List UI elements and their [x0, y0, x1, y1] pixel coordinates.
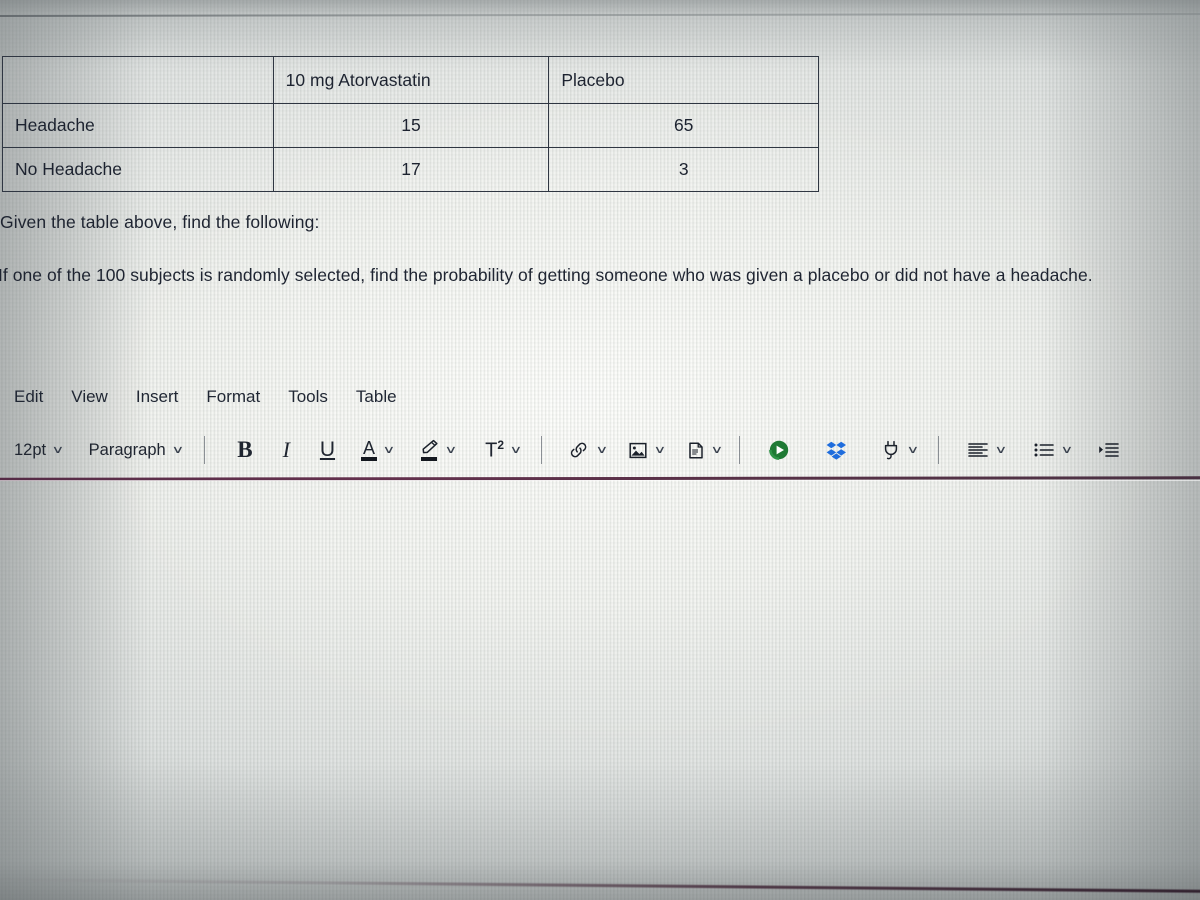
- dropbox-button[interactable]: [820, 433, 853, 467]
- cell-no-headache-atorvastatin: 17: [272, 147, 550, 192]
- dropbox-icon: [826, 440, 847, 460]
- paragraph-style-label: Paragraph: [88, 440, 166, 459]
- superscript-button[interactable]: T2 ∨: [479, 433, 526, 467]
- indent-icon: [1098, 441, 1120, 459]
- chevron-down-icon: ∨: [906, 443, 920, 456]
- bullet-list-icon: [1033, 441, 1055, 459]
- row-label-no-headache: No Headache: [2, 147, 274, 192]
- plugin-button[interactable]: ∨: [875, 433, 924, 467]
- chevron-down-icon: ∨: [1060, 443, 1074, 456]
- editor-toolbar: 12pt ∨ Paragraph ∨ B I U A ∨ ∨ T2 ∨ ∨ ∨ …: [0, 430, 1200, 470]
- menu-item-format[interactable]: Format: [192, 384, 274, 410]
- italic-label: I: [282, 437, 290, 462]
- table-header-atorvastatin: 10 mg Atorvastatin: [272, 56, 550, 104]
- align-button[interactable]: ∨: [961, 433, 1012, 467]
- table-row: No Headache 17 3: [2, 147, 819, 192]
- media-play-icon: [768, 439, 790, 461]
- text-color-button[interactable]: A ∨: [355, 433, 400, 467]
- menu-item-insert[interactable]: Insert: [122, 384, 193, 410]
- underline-label: U: [319, 438, 336, 461]
- indent-button[interactable]: [1092, 433, 1126, 467]
- menu-item-tools[interactable]: Tools: [274, 384, 342, 410]
- text-color-letter: A: [363, 437, 376, 458]
- cell-headache-placebo: 65: [548, 103, 819, 148]
- table-header-row: 10 mg Atorvastatin Placebo: [2, 56, 819, 104]
- bold-label: B: [237, 437, 253, 462]
- superscript-exponent: 2: [497, 437, 504, 452]
- prompt-line-1: Given the table above, find the followin…: [0, 212, 320, 232]
- superscript-icon: T2: [485, 438, 504, 463]
- superscript-base: T: [485, 439, 498, 462]
- chevron-down-icon: ∨: [51, 443, 65, 456]
- highlighter-icon: [420, 439, 439, 461]
- table-header-placebo: Placebo: [548, 56, 819, 104]
- link-icon: [568, 441, 590, 459]
- media-button[interactable]: [762, 433, 796, 467]
- chevron-down-icon: ∨: [509, 443, 523, 456]
- cell-no-headache-placebo: 3: [548, 147, 819, 192]
- chevron-down-icon: ∨: [382, 443, 396, 456]
- text-color-swatch: [361, 456, 378, 461]
- menu-item-view[interactable]: View: [57, 384, 122, 410]
- table-header-corner: [2, 56, 274, 104]
- menu-item-table[interactable]: Table: [342, 384, 411, 410]
- toolbar-separator: [540, 436, 542, 464]
- highlight-color-swatch: [421, 457, 438, 461]
- chevron-down-icon: ∨: [653, 443, 667, 456]
- page-content: 10 mg Atorvastatin Placebo Headache 15 6…: [0, 0, 1200, 900]
- toolbar-separator: [204, 436, 206, 464]
- contingency-table: 10 mg Atorvastatin Placebo Headache 15 6…: [2, 56, 819, 192]
- chevron-down-icon: ∨: [709, 443, 723, 456]
- table-row: Headache 15 65: [2, 103, 819, 148]
- text-color-icon: A: [361, 437, 378, 461]
- row-label-headache: Headache: [2, 103, 274, 148]
- document-icon: [687, 441, 705, 460]
- italic-button[interactable]: I: [277, 433, 296, 467]
- image-button[interactable]: ∨: [622, 433, 671, 467]
- highlighter-glyph: [422, 439, 438, 454]
- editor-text-area[interactable]: [0, 481, 1200, 881]
- align-left-icon: [967, 441, 989, 459]
- document-button[interactable]: ∨: [681, 433, 728, 467]
- bullet-list-button[interactable]: ∨: [1027, 433, 1078, 467]
- highlighter-button[interactable]: ∨: [414, 433, 462, 467]
- chevron-down-icon: ∨: [443, 443, 457, 456]
- toolbar-separator: [937, 436, 939, 464]
- chevron-down-icon: ∨: [594, 443, 608, 456]
- chevron-down-icon: ∨: [993, 443, 1007, 456]
- prompt-line-2: If one of the 100 subjects is randomly s…: [0, 265, 1093, 285]
- top-divider: [0, 13, 1200, 17]
- chevron-down-icon: ∨: [171, 443, 184, 456]
- toolbar-separator: [739, 436, 741, 464]
- font-size-label: 12pt: [14, 440, 47, 459]
- editor-menu-bar: Edit View Insert Format Tools Table: [0, 384, 411, 410]
- paragraph-style-dropdown[interactable]: Paragraph ∨: [83, 433, 189, 467]
- menu-item-edit[interactable]: Edit: [0, 384, 57, 410]
- underline-button[interactable]: U: [314, 433, 341, 467]
- font-size-dropdown[interactable]: 12pt ∨: [0, 433, 69, 467]
- image-icon: [628, 441, 648, 460]
- link-button[interactable]: ∨: [562, 433, 613, 467]
- bold-button[interactable]: B: [231, 433, 258, 467]
- cell-headache-atorvastatin: 15: [272, 103, 550, 148]
- plug-icon: [881, 440, 901, 461]
